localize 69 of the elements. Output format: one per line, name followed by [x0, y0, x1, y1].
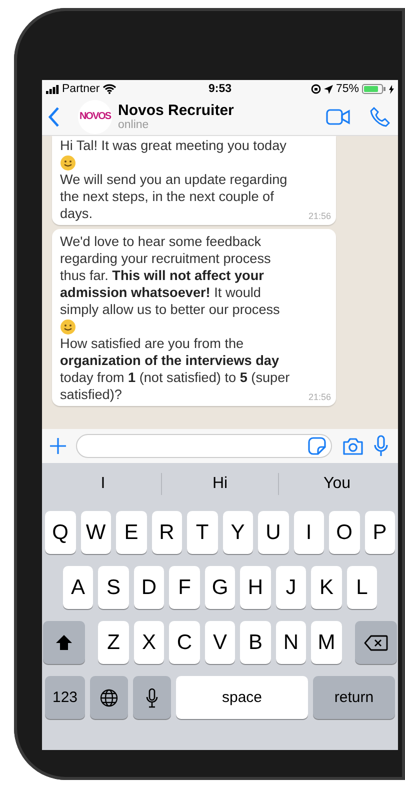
message-text: We'd love to hear some feedback regarding your recruitment process thus far. This will not affect your admission whatsoever! It would simply allow us to better our process	[60, 233, 281, 318]
globe-icon	[100, 688, 118, 706]
wifi-icon	[102, 84, 116, 94]
signal-icon	[46, 84, 59, 94]
shift-icon	[56, 635, 72, 650]
numbers-key[interactable]: 123	[45, 676, 85, 719]
letter-key[interactable]: O	[329, 511, 360, 554]
letter-key[interactable]: E	[116, 511, 146, 554]
charging-bolt-icon	[389, 84, 394, 94]
logo-text: NOVOS	[79, 111, 111, 122]
letter-key[interactable]: S	[98, 566, 129, 609]
message-text: How satisfied are you from the organization of the interviews day today from 1 (not satisfied) to 5 (super satisfied)?	[60, 335, 291, 403]
suggestion-word[interactable]: Hi	[162, 475, 278, 493]
video-call-icon[interactable]	[326, 108, 350, 124]
suggestion-word[interactable]: I	[45, 475, 161, 493]
letter-key[interactable]: G	[204, 566, 236, 609]
emoji-icon	[60, 154, 76, 170]
camera-icon[interactable]	[342, 437, 364, 455]
backspace-icon	[364, 634, 388, 650]
microphone-icon[interactable]	[374, 435, 388, 457]
emoji-icon	[60, 318, 76, 334]
message-time: 21:56	[308, 393, 331, 402]
letter-key[interactable]: J	[276, 566, 306, 609]
microphone-icon	[146, 688, 158, 708]
contact-name: Novos Recruiter	[118, 102, 235, 119]
letter-key[interactable]: P	[364, 511, 395, 554]
letter-key[interactable]: U	[258, 511, 288, 554]
letter-key[interactable]: Z	[98, 621, 129, 664]
letter-key[interactable]: R	[152, 511, 182, 554]
shift-key[interactable]	[43, 621, 86, 664]
plus-icon[interactable]	[50, 438, 66, 454]
letter-key[interactable]: H	[240, 566, 271, 609]
carrier-name: Partner	[62, 83, 100, 95]
battery-percent: 75%	[336, 83, 359, 95]
battery-icon	[362, 84, 386, 94]
letter-key[interactable]: V	[204, 621, 236, 664]
letter-key[interactable]: M	[311, 621, 342, 664]
globe-key[interactable]	[90, 676, 128, 719]
space-key[interactable]: space	[176, 676, 308, 719]
letter-key[interactable]: A	[62, 566, 94, 609]
letter-key[interactable]: W	[80, 511, 111, 554]
clock-time: 9:53	[208, 83, 232, 95]
letter-key[interactable]: L	[346, 566, 378, 609]
return-key[interactable]: return	[313, 676, 395, 719]
contact-status: online	[118, 119, 150, 131]
backspace-key[interactable]	[354, 621, 397, 664]
letter-key[interactable]: F	[169, 566, 200, 609]
letter-key[interactable]: C	[169, 621, 200, 664]
contact-avatar[interactable]: NOVOS	[78, 100, 112, 134]
letter-key[interactable]: N	[276, 621, 306, 664]
letter-key[interactable]: K	[311, 566, 342, 609]
letter-key[interactable]: X	[134, 621, 164, 664]
suggestion-word[interactable]: You	[279, 475, 395, 493]
message-time: 21:56	[308, 212, 331, 221]
letter-key[interactable]: Y	[222, 511, 253, 554]
message-input-field[interactable]	[76, 434, 332, 458]
rotation-lock-icon	[310, 84, 321, 94]
message-text: Hi Tal! It was great meeting you today	[60, 137, 288, 154]
letter-key[interactable]: B	[240, 621, 271, 664]
sticker-icon[interactable]	[308, 437, 326, 455]
letter-key[interactable]: D	[134, 566, 164, 609]
letter-key[interactable]: T	[187, 511, 218, 554]
location-arrow-icon	[324, 84, 333, 94]
message-text: We will send you an update regarding the next steps, in the next couple of days.	[60, 171, 288, 222]
dictation-key[interactable]	[133, 676, 171, 719]
back-icon[interactable]	[48, 106, 60, 126]
letter-key[interactable]: Q	[45, 511, 76, 554]
letter-key[interactable]: I	[294, 511, 324, 554]
phone-call-icon[interactable]	[370, 106, 390, 126]
